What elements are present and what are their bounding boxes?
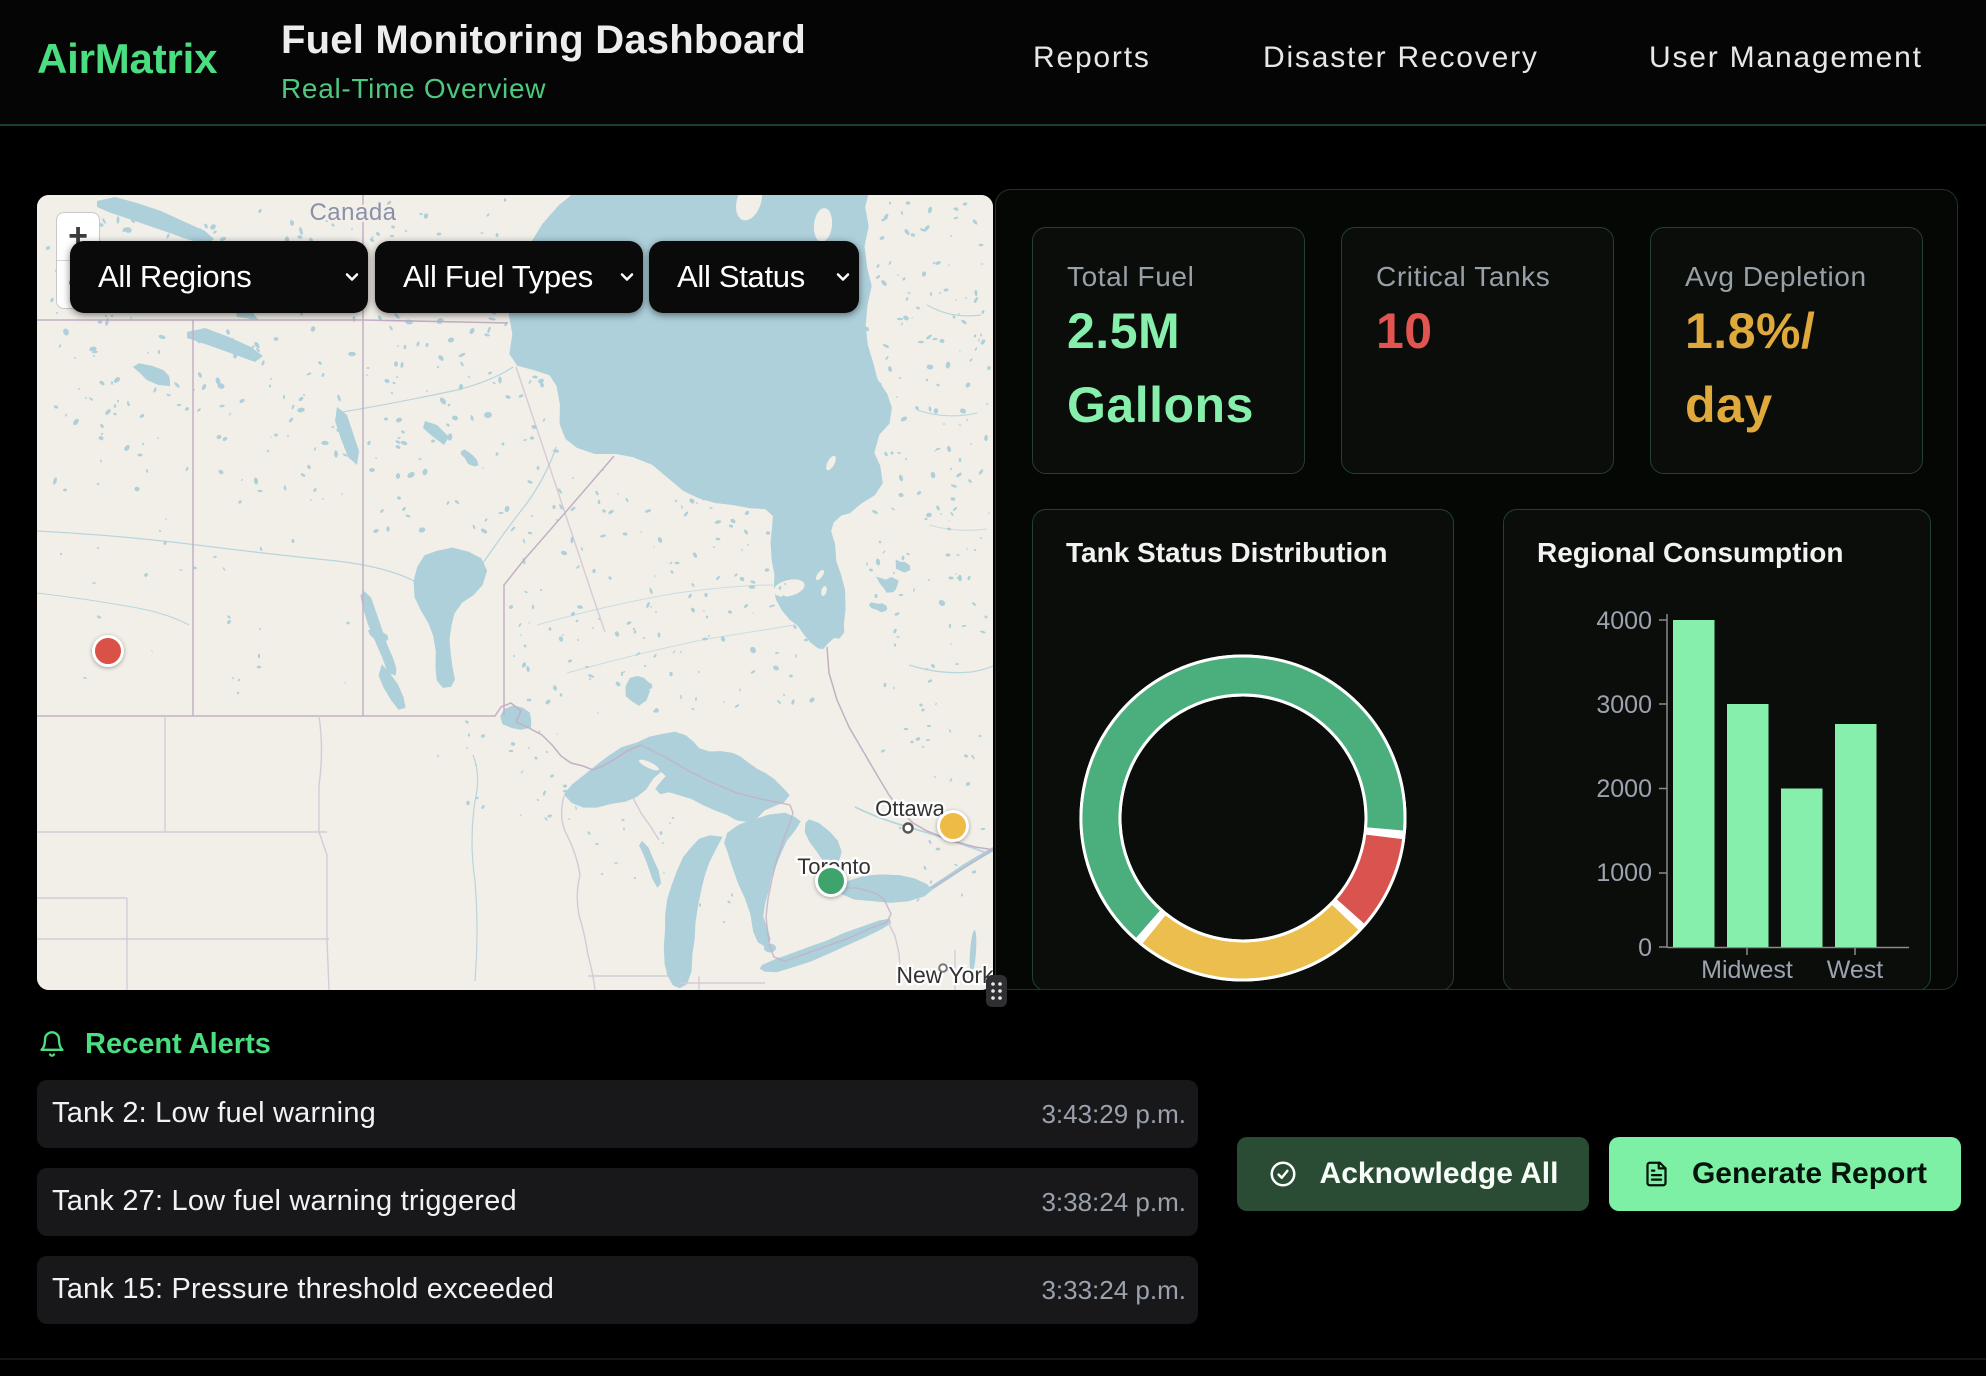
svg-text:Midwest: Midwest [1701,956,1793,984]
svg-text:2000: 2000 [1596,775,1652,803]
svg-text:0: 0 [1638,934,1652,962]
svg-text:West: West [1827,956,1884,984]
svg-text:Canada: Canada [309,199,396,226]
svg-text:4000: 4000 [1596,607,1652,635]
svg-text:3000: 3000 [1596,691,1652,719]
svg-text:1000: 1000 [1596,859,1652,887]
svg-text:Ottawa: Ottawa [875,796,945,821]
